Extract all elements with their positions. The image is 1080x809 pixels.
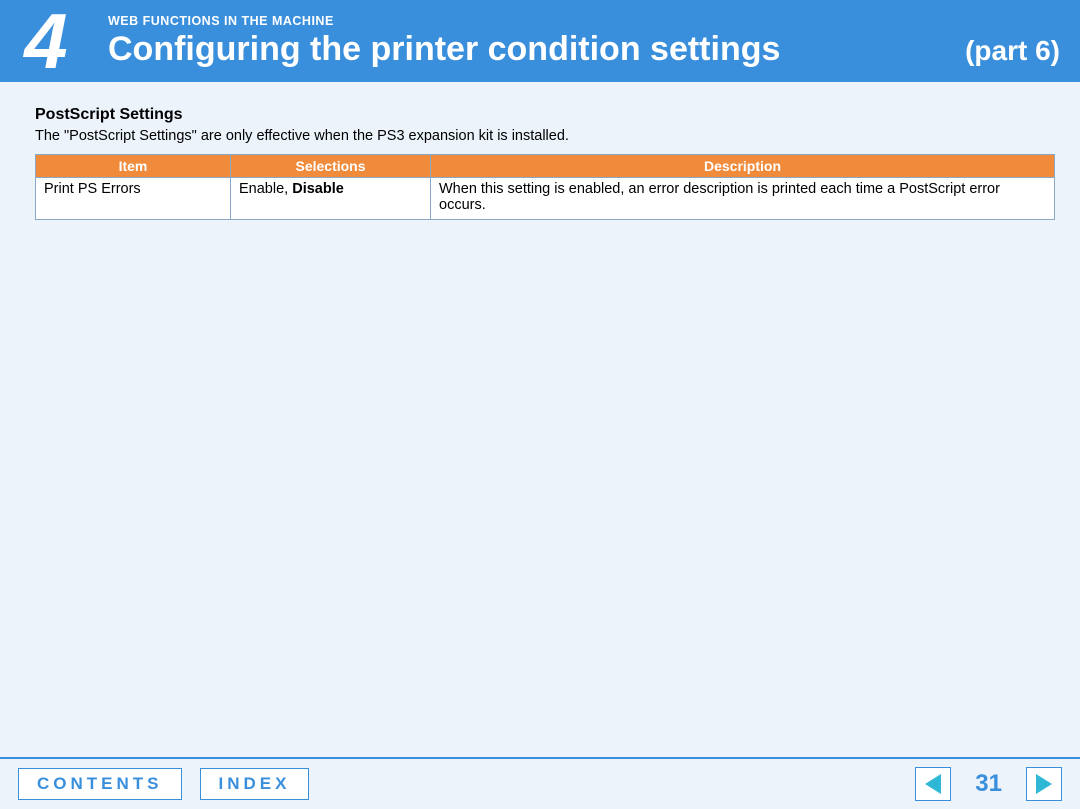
page-header: 4 WEB FUNCTIONS IN THE MACHINE Configuri… <box>0 0 1080 82</box>
th-item: Item <box>36 155 231 178</box>
next-page-button[interactable] <box>1026 767 1062 801</box>
th-description: Description <box>431 155 1055 178</box>
arrow-right-icon <box>1036 774 1052 794</box>
arrow-left-icon <box>925 774 941 794</box>
section-description: The "PostScript Settings" are only effec… <box>35 128 1055 144</box>
chapter-number: 4 <box>0 0 100 82</box>
index-button[interactable]: INDEX <box>200 768 310 800</box>
cell-selections: Enable, Disable <box>231 178 431 220</box>
selection-default: Disable <box>292 181 344 197</box>
part-label: (part 6) <box>965 35 1060 67</box>
section-heading: PostScript Settings <box>35 106 1055 124</box>
content-area: PostScript Settings The "PostScript Sett… <box>0 82 1080 757</box>
page-title: Configuring the printer condition settin… <box>108 30 780 69</box>
table-row: Print PS Errors Enable, Disable When thi… <box>36 178 1055 220</box>
prev-page-button[interactable] <box>915 767 951 801</box>
header-text-block: WEB FUNCTIONS IN THE MACHINE Configuring… <box>100 0 1080 82</box>
cell-description: When this setting is enabled, an error d… <box>431 178 1055 220</box>
breadcrumb: WEB FUNCTIONS IN THE MACHINE <box>108 14 1080 28</box>
settings-table: Item Selections Description Print PS Err… <box>35 154 1055 220</box>
page-footer: CONTENTS INDEX 31 <box>0 757 1080 809</box>
page-number: 31 <box>969 770 1008 798</box>
th-selections: Selections <box>231 155 431 178</box>
cell-item: Print PS Errors <box>36 178 231 220</box>
selection-option: Enable, <box>239 181 292 197</box>
contents-button[interactable]: CONTENTS <box>18 768 182 800</box>
